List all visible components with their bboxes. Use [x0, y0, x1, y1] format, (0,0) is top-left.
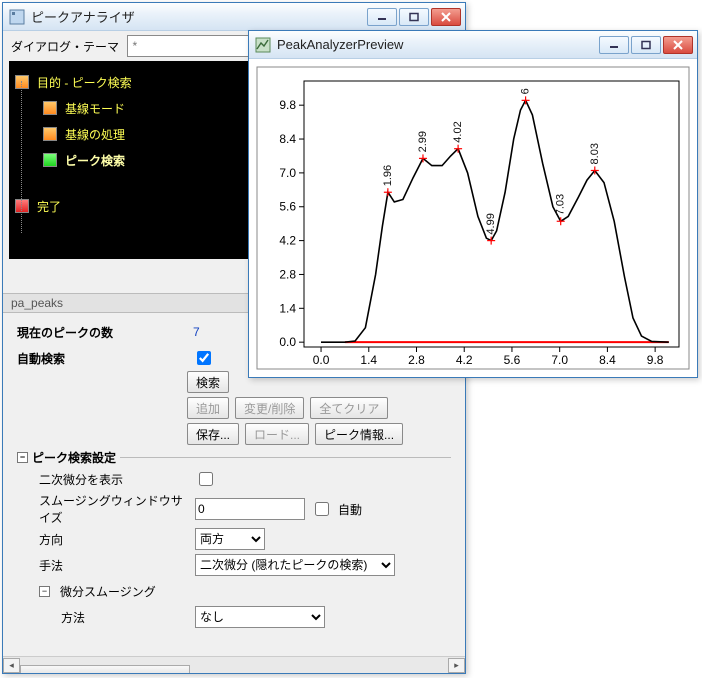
scroll-thumb[interactable] — [20, 665, 190, 673]
svg-text:7.03: 7.03 — [555, 194, 567, 215]
direction-label: 方向 — [39, 531, 189, 548]
app-icon — [9, 9, 25, 25]
svg-text:4.2: 4.2 — [279, 234, 296, 248]
svg-text:8.4: 8.4 — [599, 353, 616, 367]
horizontal-scrollbar[interactable]: ◂ ▸ — [3, 656, 465, 673]
tree-node-icon — [15, 75, 29, 89]
svg-text:7.0: 7.0 — [551, 353, 568, 367]
method-label: 手法 — [39, 557, 189, 574]
search-button[interactable]: 検索 — [187, 371, 229, 393]
smooth-auto-label: 自動 — [338, 501, 362, 518]
titlebar[interactable]: PeakAnalyzerPreview — [249, 31, 697, 59]
show-2nd-deriv-checkbox[interactable] — [199, 472, 213, 486]
tree-node-icon — [15, 199, 29, 213]
svg-text:9.8: 9.8 — [647, 353, 664, 367]
svg-text:0.0: 0.0 — [279, 335, 296, 349]
svg-text:5.6: 5.6 — [504, 353, 521, 367]
show-2nd-deriv-label: 二次微分を表示 — [39, 471, 189, 488]
svg-text:4.02: 4.02 — [452, 121, 464, 142]
svg-text:2.8: 2.8 — [279, 267, 296, 281]
smooth-window-input[interactable] — [195, 498, 305, 520]
svg-text:1.4: 1.4 — [360, 353, 377, 367]
tree-peak-search[interactable]: ピーク検索 — [65, 152, 125, 169]
window-title: PeakAnalyzerPreview — [277, 37, 599, 52]
direction-select[interactable]: 両方 — [195, 528, 265, 550]
svg-text:8.03: 8.03 — [589, 143, 601, 164]
peak-chart: 0.0 1.4 2.8 4.2 5.6 7.0 8.4 9.8 0.0 1.4 2.8 4.2 5.6 7… — [249, 59, 697, 377]
collapse-toggle-deriv[interactable]: − — [39, 586, 50, 597]
scroll-left-arrow[interactable]: ◂ — [3, 658, 20, 673]
scroll-right-arrow[interactable]: ▸ — [448, 658, 465, 673]
svg-text:8.4: 8.4 — [279, 132, 296, 146]
clear-button[interactable]: 全てクリア — [310, 397, 388, 419]
deriv-smoothing-label: 微分スムージング — [60, 583, 156, 600]
close-button[interactable] — [663, 36, 693, 54]
svg-text:1.96: 1.96 — [382, 165, 394, 186]
auto-search-label: 自動検索 — [17, 350, 187, 367]
tree-root[interactable]: 目的 - ピーク検索 — [37, 74, 132, 91]
auto-search-checkbox[interactable] — [197, 351, 211, 365]
svg-text:5.6: 5.6 — [279, 200, 296, 214]
svg-text:0.0: 0.0 — [313, 353, 330, 367]
load-button[interactable]: ロード... — [245, 423, 309, 445]
tree-node-icon — [43, 101, 57, 115]
method-select[interactable]: 二次微分 (隠れたピークの検索) — [195, 554, 395, 576]
app-icon — [255, 37, 271, 53]
peak-preview-window: PeakAnalyzerPreview 0.0 1.4 2.8 4.2 5.6 7.0 8.… — [248, 30, 698, 378]
svg-text:1.4: 1.4 — [279, 301, 296, 315]
tree-baseline-mode[interactable]: 基線モード — [65, 100, 125, 117]
tree-baseline-process[interactable]: 基線の処理 — [65, 126, 125, 143]
svg-text:4.2: 4.2 — [456, 353, 473, 367]
maximize-button[interactable] — [399, 8, 429, 26]
svg-text:2.8: 2.8 — [408, 353, 425, 367]
titlebar[interactable]: ピークアナライザ — [3, 3, 465, 31]
svg-text:7.0: 7.0 — [279, 166, 296, 180]
smooth-window-label: スムージングウィンドウサイズ — [39, 492, 189, 526]
close-button[interactable] — [431, 8, 461, 26]
tree-node-icon — [43, 153, 57, 167]
peak-info-button[interactable]: ピーク情報... — [315, 423, 403, 445]
svg-text:6: 6 — [520, 88, 532, 94]
svg-text:2.99: 2.99 — [417, 131, 429, 152]
minimize-button[interactable] — [599, 36, 629, 54]
svg-text:4.99: 4.99 — [485, 213, 497, 234]
peak-count-label: 現在のピークの数 — [17, 324, 187, 341]
tree-done[interactable]: 完了 — [37, 198, 61, 215]
window-title: ピークアナライザ — [31, 7, 367, 26]
collapse-toggle[interactable]: − — [17, 452, 28, 463]
minimize-button[interactable] — [367, 8, 397, 26]
edit-button[interactable]: 変更/削除 — [235, 397, 304, 419]
deriv-method-select[interactable]: なし — [195, 606, 325, 628]
maximize-button[interactable] — [631, 36, 661, 54]
add-button[interactable]: 追加 — [187, 397, 229, 419]
save-button[interactable]: 保存... — [187, 423, 239, 445]
theme-label: ダイアログ・テーマ — [11, 38, 119, 55]
svg-text:9.8: 9.8 — [279, 98, 296, 112]
deriv-method-label: 方法 — [61, 609, 189, 626]
smooth-auto-checkbox[interactable] — [315, 502, 329, 516]
peak-count-value: 7 — [193, 325, 200, 339]
tree-node-icon — [43, 127, 57, 141]
group-peak-search-settings: ピーク検索設定 — [32, 449, 116, 466]
